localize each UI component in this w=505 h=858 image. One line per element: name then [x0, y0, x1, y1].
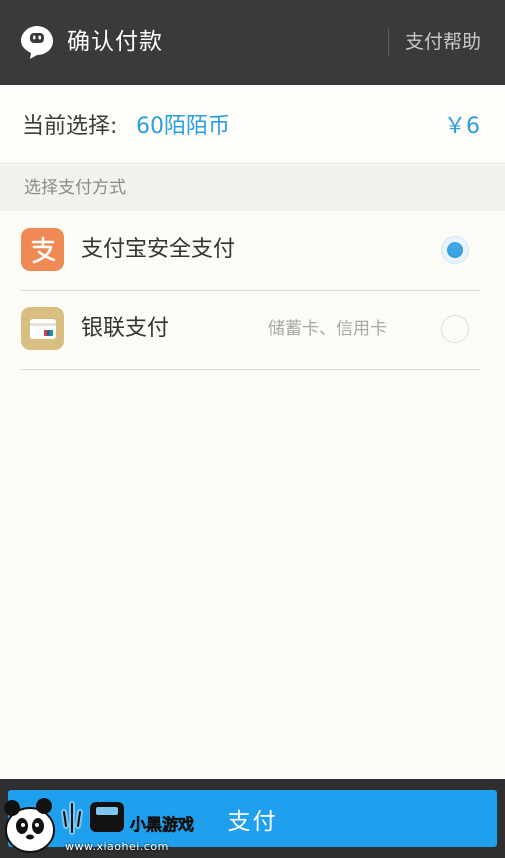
header-divider [388, 28, 389, 56]
payment-option-label: 银联支付 [81, 316, 170, 341]
alipay-icon [21, 228, 64, 271]
unionpay-card-icon [21, 307, 64, 350]
payment-option-unionpay[interactable]: 银联支付 储蓄卡、信用卡 [21, 290, 481, 370]
radio-selected[interactable] [441, 236, 469, 264]
section-title: 选择支付方式 [24, 178, 126, 198]
momo-logo-icon [21, 26, 53, 59]
current-selection-price: ￥6 [444, 114, 480, 139]
current-selection-item: 60陌陌币 [136, 114, 230, 139]
page-title: 确认付款 [67, 29, 163, 55]
payment-method-section-header: 选择支付方式 [0, 165, 505, 211]
pay-button[interactable]: 支付 [8, 790, 497, 847]
card-glyph-icon [29, 318, 56, 339]
current-selection-label: 当前选择: [22, 114, 118, 139]
current-selection: 当前选择: 60陌陌币 ￥6 [0, 85, 505, 164]
payment-page: 确认付款 支付帮助 当前选择: 60陌陌币 ￥6 选择支付方式 支付宝安全支付 [0, 0, 505, 858]
payment-option-label: 支付宝安全支付 [81, 237, 236, 262]
radio-unselected[interactable] [441, 315, 469, 343]
payment-option-alipay[interactable]: 支付宝安全支付 [21, 211, 481, 291]
alipay-glyph-icon [31, 236, 55, 263]
payment-option-subtitle: 储蓄卡、信用卡 [268, 319, 387, 339]
bottom-bar: 支付 [0, 779, 505, 858]
header-bar: 确认付款 支付帮助 [0, 0, 505, 85]
payment-help-link[interactable]: 支付帮助 [405, 29, 481, 55]
